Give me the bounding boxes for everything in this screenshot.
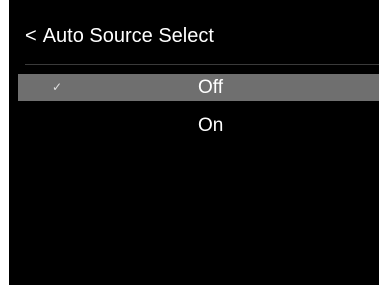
option-label: On (198, 115, 224, 136)
option-on[interactable]: On (18, 112, 379, 139)
header-divider (25, 64, 379, 65)
back-chevron-icon[interactable]: < (25, 22, 37, 50)
osd-menu-screen: < Auto Source Select ✓ Off On (9, 0, 379, 285)
check-icon: ✓ (52, 80, 63, 94)
option-off[interactable]: ✓ Off (18, 74, 379, 101)
menu-header[interactable]: < Auto Source Select (25, 22, 214, 50)
option-label: Off (198, 77, 223, 98)
option-list: ✓ Off On (18, 74, 379, 150)
menu-title: Auto Source Select (42, 25, 214, 47)
